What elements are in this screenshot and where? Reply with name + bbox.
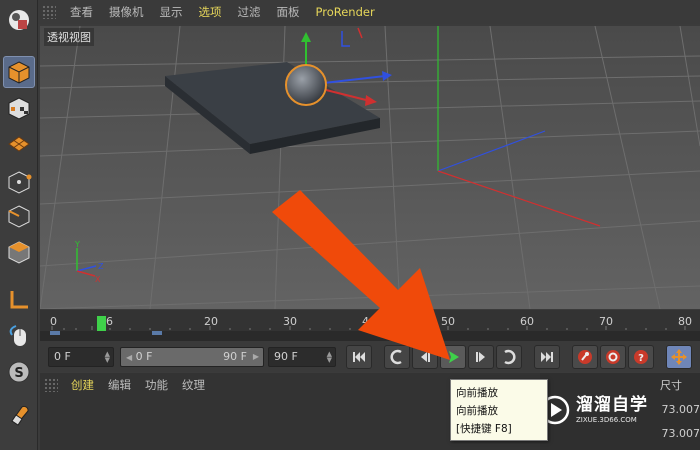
- go-to-end-button[interactable]: [534, 345, 560, 369]
- svg-text:Z: Z: [98, 262, 104, 271]
- timeline-playhead[interactable]: [97, 316, 106, 331]
- tab-create[interactable]: 创建: [64, 377, 101, 393]
- current-frame-value: 0 F: [54, 350, 71, 363]
- axis-icon[interactable]: [3, 284, 35, 316]
- menu-filter[interactable]: 过滤: [230, 0, 269, 24]
- next-frame-button[interactable]: [468, 345, 494, 369]
- cinema4d-window: S 查看 摄像机 显示 选项 过滤 面板 ProRender Y Z X 透视视…: [0, 0, 700, 450]
- transport-bar: 0 F ▲ ▼ ◀ 0 F 90 F ▶ 90 F ▲ ▼ ?: [40, 340, 700, 372]
- poly-cube-icon[interactable]: [3, 236, 35, 268]
- svg-text:Y: Y: [74, 240, 80, 249]
- go-to-end-icon: [541, 352, 553, 362]
- viewport-scene: Y Z X: [40, 26, 700, 309]
- tick-60: 60: [520, 315, 534, 328]
- record-key-button[interactable]: [572, 345, 598, 369]
- tick-0: 0: [50, 315, 57, 328]
- menu-view[interactable]: 查看: [62, 0, 101, 24]
- range-start-value: 0 F: [135, 350, 153, 363]
- menu-display[interactable]: 显示: [152, 0, 191, 24]
- tab-edit[interactable]: 编辑: [101, 377, 138, 393]
- range-slider[interactable]: ◀ 0 F 90 F ▶: [120, 347, 264, 367]
- edge-cube-icon[interactable]: [3, 200, 35, 232]
- watermark-subtitle: ZIXUE.3D66.COM: [576, 416, 637, 424]
- question-icon: ?: [634, 350, 648, 364]
- current-frame-field[interactable]: 0 F ▲ ▼: [48, 347, 114, 367]
- go-to-start-icon: [353, 352, 365, 362]
- move-arrows-icon: [671, 349, 687, 365]
- tick-20: 20: [204, 315, 218, 328]
- mouse-icon[interactable]: [3, 320, 35, 352]
- spinner-icon[interactable]: ▲ ▼: [105, 351, 110, 364]
- previous-frame-button[interactable]: [412, 345, 438, 369]
- range-left-arrow-icon[interactable]: ◀: [126, 353, 132, 362]
- watermark: 溜溜自学 ZIXUE.3D66.COM: [540, 385, 662, 435]
- range-end-value: 90 F: [223, 350, 247, 363]
- checker-cube-icon[interactable]: [3, 92, 35, 124]
- tooltip-shortcut: [快捷键 F8]: [456, 423, 512, 435]
- svg-text:?: ?: [638, 353, 644, 364]
- point-cube-icon[interactable]: [3, 166, 35, 198]
- perspective-viewport[interactable]: Y Z X 透视视图: [40, 26, 700, 309]
- autokey-button[interactable]: [600, 345, 626, 369]
- left-toolbar: S: [0, 0, 38, 450]
- viewport-menubar: 查看 摄像机 显示 选项 过滤 面板 ProRender: [38, 0, 700, 24]
- size-value-1[interactable]: 73.007: [662, 403, 700, 416]
- tab-texture[interactable]: 纹理: [175, 377, 212, 393]
- watermark-title: 溜溜自学: [576, 395, 648, 415]
- next-key-icon: [504, 349, 516, 365]
- keyframe-help-button[interactable]: ?: [628, 345, 654, 369]
- tick-80: 80: [678, 315, 692, 328]
- key-icon: [578, 350, 592, 364]
- viewport-label: 透视视图: [44, 28, 94, 46]
- viewport-nav-icon[interactable]: [3, 4, 35, 36]
- menu-camera[interactable]: 摄像机: [101, 0, 152, 24]
- move-tool-button[interactable]: [666, 345, 692, 369]
- next-frame-icon: [476, 352, 485, 362]
- menu-options[interactable]: 选项: [191, 0, 230, 24]
- play-forward-icon: [449, 351, 459, 363]
- snap-icon[interactable]: S: [3, 356, 35, 388]
- tick-50: 50: [441, 315, 455, 328]
- play-forward-button[interactable]: [440, 345, 466, 369]
- end-frame-value: 90 F: [274, 350, 298, 363]
- tick-40: 40: [362, 315, 376, 328]
- svg-text:S: S: [14, 366, 23, 381]
- timeline-ruler[interactable]: 0 6 20 30 40 50 60 70 80: [40, 310, 700, 340]
- tab-function[interactable]: 功能: [138, 377, 175, 393]
- range-right-arrow-icon[interactable]: ▶: [253, 348, 259, 366]
- go-to-start-button[interactable]: [346, 345, 372, 369]
- size-value-2[interactable]: 73.007: [662, 427, 700, 440]
- tick-6: 6: [106, 315, 113, 328]
- next-key-button[interactable]: [496, 345, 522, 369]
- menu-panel[interactable]: 面板: [269, 0, 308, 24]
- tooltip-title: 向前播放: [456, 387, 498, 399]
- magnet-icon[interactable]: [3, 398, 35, 430]
- grid-icon[interactable]: [3, 128, 35, 160]
- model-mode-cube-icon[interactable]: [3, 56, 35, 88]
- spinner-icon[interactable]: ▲ ▼: [327, 351, 332, 364]
- tick-70: 70: [599, 315, 613, 328]
- play-forward-tooltip: 向前播放 向前播放 [快捷键 F8]: [450, 379, 548, 441]
- autokey-icon: [606, 350, 620, 364]
- svg-text:X: X: [95, 275, 101, 284]
- grip-icon[interactable]: [42, 5, 56, 19]
- previous-key-button[interactable]: [384, 345, 410, 369]
- end-frame-field[interactable]: 90 F ▲ ▼: [268, 347, 336, 367]
- tooltip-description: 向前播放: [456, 405, 498, 417]
- size-label: 尺寸: [660, 379, 682, 392]
- menu-prorender[interactable]: ProRender: [308, 0, 383, 24]
- previous-key-icon: [390, 349, 402, 365]
- previous-frame-icon: [421, 352, 430, 362]
- tick-30: 30: [283, 315, 297, 328]
- grip-icon[interactable]: [44, 378, 58, 392]
